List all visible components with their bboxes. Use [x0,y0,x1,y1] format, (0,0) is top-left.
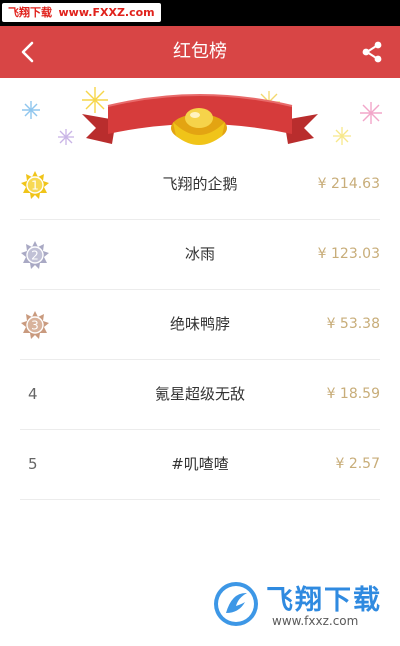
red-packet-amount: ¥ 214.63 [317,176,380,192]
share-button[interactable] [354,34,390,70]
ranking-row[interactable]: 3 绝味鸭脖 ¥ 53.38 [20,290,380,360]
user-name: 冰雨 [184,245,215,263]
ranking-row[interactable]: 5 #叽喳喳 ¥ 2.57 [20,430,380,500]
gold-medal-icon: 1 [21,171,49,199]
ranking-row[interactable]: 2 冰雨 ¥ 123.03 [20,220,380,290]
ribbon-gold-ingot-decoration [22,87,382,145]
user-name: #叽喳喳 [171,455,229,473]
watermark-url: www.fxxz.com [272,614,359,628]
user-name: 绝味鸭脖 [169,315,230,333]
silver-medal-icon: 2 [21,241,49,269]
bronze-medal-icon: 3 [21,311,49,339]
watermark-top-brand: 飞翔下载 [8,6,52,19]
firework-decoration [82,87,108,113]
firework-decoration [333,127,351,145]
firework-decoration [58,129,74,145]
red-packet-amount: ¥ 18.59 [326,386,380,402]
rank-number: 5 [28,455,38,473]
rank-number: 3 [31,319,39,333]
firework-decoration [22,101,40,119]
red-packet-amount: ¥ 2.57 [335,456,380,472]
user-name: 飞翔的企鹅 [162,175,238,193]
watermark-top: 飞翔下载 www.FXXZ.com [2,3,161,22]
ranking-banner [0,78,400,156]
page-title: 红包榜 [173,41,227,62]
user-name: 氪星超级无敌 [154,385,245,403]
red-packet-amount: ¥ 123.03 [317,246,380,262]
red-packet-amount: ¥ 53.38 [326,316,380,332]
ranking-list: 1 飞翔的企鹅 ¥ 214.63 2 冰雨 ¥ 123.03 3 绝味鸭脖 ¥ … [20,150,380,500]
rank-number: 2 [31,249,39,263]
share-icon [362,41,382,63]
rank-number: 4 [28,385,38,403]
status-bar: 飞翔下载 www.FXXZ.com [0,0,400,26]
watermark-bottom: 飞翔下载 www.fxxz.com [212,578,390,634]
watermark-brand: 飞翔下载 [266,585,382,616]
fxxz-logo-icon [214,582,258,626]
firework-decoration [360,102,382,124]
watermark-top-url: www.FXXZ.com [58,6,155,19]
ranking-row[interactable]: 1 飞翔的企鹅 ¥ 214.63 [20,150,380,220]
rank-number: 1 [31,179,39,193]
header-bar: 红包榜 [0,26,400,78]
ranking-row[interactable]: 4 氪星超级无敌 ¥ 18.59 [20,360,380,430]
